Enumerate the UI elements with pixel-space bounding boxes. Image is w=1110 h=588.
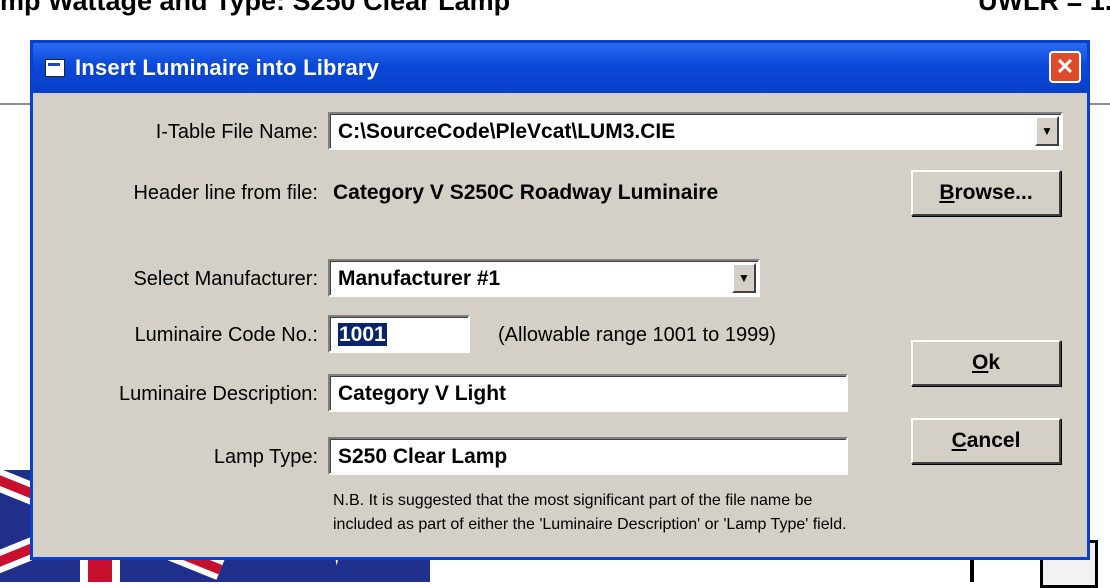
luminaire-description-input[interactable]: Category V Light: [328, 374, 848, 412]
ok-label: k: [988, 351, 1001, 374]
browse-accelerator: B: [939, 181, 955, 204]
header-line-value: Category V S250C Roadway Luminaire: [333, 181, 719, 204]
manufacturer-dropdown-button[interactable]: ▼: [732, 263, 756, 293]
dialog-title: Insert Luminaire into Library: [75, 55, 380, 80]
manufacturer-select[interactable]: Manufacturer #1: [328, 259, 760, 297]
ok-button[interactable]: Ok: [911, 340, 1061, 386]
chevron-down-icon: ▼: [738, 271, 750, 285]
browse-label: rowse...: [954, 181, 1033, 204]
browse-button[interactable]: Browse...: [911, 170, 1061, 216]
close-button[interactable]: ✕: [1049, 51, 1081, 83]
itable-file-label: I-Table File Name:: [155, 121, 318, 143]
lamp-type-value: S250 Clear Lamp: [338, 445, 508, 468]
lamp-type-input[interactable]: S250 Clear Lamp: [328, 437, 848, 475]
chevron-down-icon: ▼: [1041, 124, 1053, 138]
manufacturer-label: Select Manufacturer:: [133, 268, 318, 290]
cancel-accelerator: C: [951, 429, 967, 452]
luminaire-description-value: Category V Light: [338, 382, 507, 405]
note-line-1: N.B. It is suggested that the most signi…: [333, 492, 813, 509]
luminaire-code-value: 1001: [338, 323, 387, 346]
background-title: mp Wattage and Type: S250 Clear Lamp: [0, 0, 511, 16]
lamp-type-label: Lamp Type:: [213, 446, 318, 468]
code-range-hint: (Allowable range 1001 to 1999): [498, 324, 776, 346]
insert-luminaire-dialog: Insert Luminaire into Library ✕ I-Table …: [30, 40, 1090, 560]
background-uwlr: UWLR = 1.52: [978, 0, 1110, 16]
luminaire-code-label: Luminaire Code No.:: [134, 324, 318, 346]
note-line-2: included as part of either the 'Luminair…: [333, 516, 847, 533]
manufacturer-value: Manufacturer #1: [338, 267, 501, 290]
itable-dropdown-button[interactable]: ▼: [1035, 116, 1059, 146]
ok-accelerator: O: [971, 351, 989, 374]
itable-file-value: C:\SourceCode\PleVcat\LUM3.CIE: [338, 120, 676, 143]
itable-file-combo[interactable]: C:\SourceCode\PleVcat\LUM3.CIE: [328, 112, 1063, 150]
luminaire-description-label: Luminaire Description:: [119, 383, 318, 405]
cancel-button[interactable]: Cancel: [911, 418, 1061, 464]
cancel-label: ancel: [966, 429, 1021, 452]
window-icon: [45, 59, 65, 77]
dialog-titlebar[interactable]: Insert Luminaire into Library ✕: [33, 43, 1087, 93]
close-icon: ✕: [1055, 54, 1075, 79]
header-line-label: Header line from file:: [133, 182, 318, 204]
luminaire-code-input[interactable]: 1001: [328, 315, 470, 353]
